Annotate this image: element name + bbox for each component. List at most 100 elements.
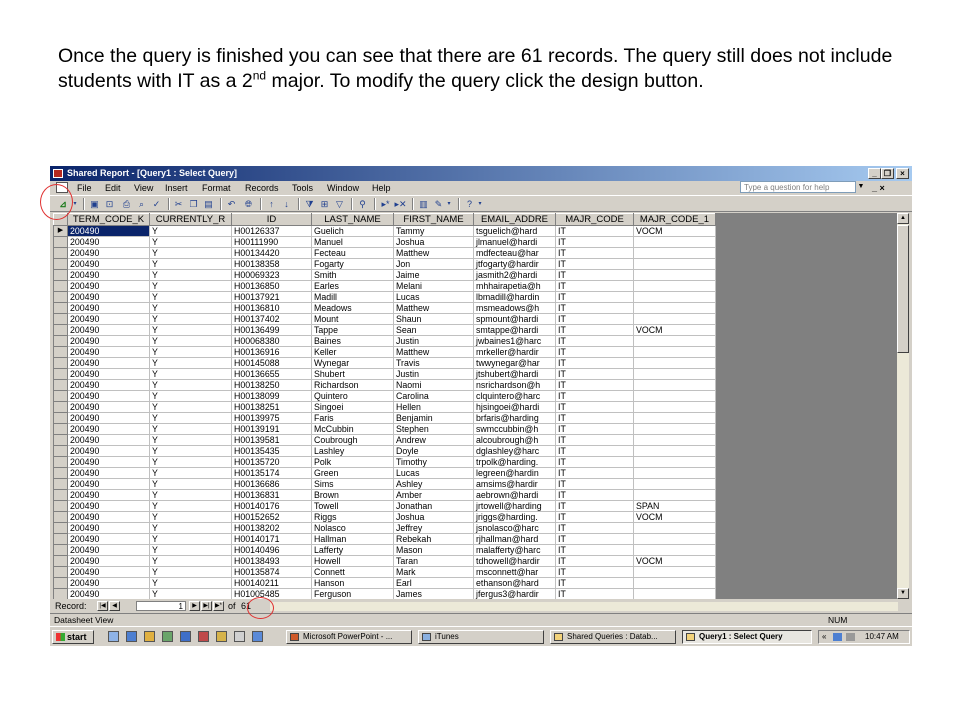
menu-format[interactable]: Format: [202, 181, 231, 195]
table-row[interactable]: 200490 Y H00140496 Lafferty Mason malafferty@…: [53, 544, 716, 556]
table-cell[interactable]: Mark: [393, 566, 474, 578]
table-cell[interactable]: trpolk@harding.: [473, 456, 556, 468]
table-row[interactable]: 200490 Y H00140176 Towell Jonathan jrtowell@h…: [53, 500, 716, 512]
column-header[interactable]: MAJR_CODE: [555, 213, 634, 226]
table-cell[interactable]: 200490: [67, 577, 150, 589]
table-cell[interactable]: Y: [149, 511, 232, 523]
table-row[interactable]: 200490 Y H00069323 Smith Jaime jasmith2@hardi…: [53, 269, 716, 281]
table-cell[interactable]: IT: [555, 379, 634, 391]
table-cell[interactable]: IT: [555, 577, 634, 589]
table-row[interactable]: 200490 Y H00135874 Connett Mark msconnett@har…: [53, 566, 716, 578]
table-cell[interactable]: H00135720: [231, 456, 312, 468]
menu-insert[interactable]: Insert: [165, 181, 188, 195]
table-cell[interactable]: H00136499: [231, 324, 312, 336]
table-cell[interactable]: Taran: [393, 555, 474, 567]
table-cell[interactable]: Jaime: [393, 269, 474, 281]
row-selector[interactable]: [53, 390, 68, 402]
table-cell[interactable]: hjsingoei@hardi: [473, 401, 556, 413]
table-cell[interactable]: H00140176: [231, 500, 312, 512]
table-cell[interactable]: Sean: [393, 324, 474, 336]
row-selector[interactable]: [53, 489, 68, 501]
table-cell[interactable]: Y: [149, 346, 232, 358]
table-cell[interactable]: 200490: [67, 544, 150, 556]
table-cell[interactable]: IT: [555, 511, 634, 523]
table-cell[interactable]: [633, 346, 716, 358]
row-selector[interactable]: [53, 379, 68, 391]
table-cell[interactable]: Y: [149, 588, 232, 599]
table-cell[interactable]: IT: [555, 478, 634, 490]
table-cell[interactable]: Earles: [311, 280, 394, 292]
table-cell[interactable]: Wynegar: [311, 357, 394, 369]
row-selector[interactable]: [53, 335, 68, 347]
table-cell[interactable]: IT: [555, 566, 634, 578]
table-cell[interactable]: [633, 588, 716, 599]
table-cell[interactable]: H00137402: [231, 313, 312, 325]
table-cell[interactable]: IT: [555, 467, 634, 479]
table-cell[interactable]: Joshua: [393, 511, 474, 523]
table-cell[interactable]: Y: [149, 225, 232, 237]
search-files-icon[interactable]: ⊡: [103, 198, 116, 210]
undo-icon[interactable]: ↶: [225, 198, 238, 210]
row-selector[interactable]: [53, 533, 68, 545]
table-cell[interactable]: Y: [149, 236, 232, 248]
table-cell[interactable]: 200490: [67, 445, 150, 457]
help-question-box[interactable]: Type a question for help: [740, 181, 856, 193]
previous-record-button[interactable]: ◀: [109, 601, 120, 611]
row-selector[interactable]: [53, 357, 68, 369]
table-cell[interactable]: IT: [555, 236, 634, 248]
first-record-button[interactable]: |◀: [97, 601, 108, 611]
row-selector[interactable]: [53, 588, 68, 599]
doc-window-controls[interactable]: _ ×: [872, 181, 885, 195]
task-powerpoint[interactable]: Microsoft PowerPoint - ...: [286, 630, 412, 644]
table-row[interactable]: 200490 Y H00139191 McCubbin Stephen swmccubbi…: [53, 423, 716, 435]
table-cell[interactable]: Doyle: [393, 445, 474, 457]
cut-icon[interactable]: ✂: [172, 198, 185, 210]
table-cell[interactable]: Y: [149, 357, 232, 369]
table-cell[interactable]: Y: [149, 291, 232, 303]
table-cell[interactable]: Y: [149, 577, 232, 589]
table-cell[interactable]: Hallman: [311, 533, 394, 545]
table-cell[interactable]: Travis: [393, 357, 474, 369]
help-dropdown-arrow[interactable]: ▼: [856, 181, 866, 193]
table-cell[interactable]: Meadows: [311, 302, 394, 314]
table-cell[interactable]: Naomi: [393, 379, 474, 391]
last-record-button[interactable]: ▶|: [201, 601, 212, 611]
table-cell[interactable]: Timothy: [393, 456, 474, 468]
tray-volume-icon[interactable]: [846, 633, 855, 641]
table-cell[interactable]: H00134420: [231, 247, 312, 259]
spelling-icon[interactable]: ✓: [150, 198, 163, 210]
table-cell[interactable]: 200490: [67, 511, 150, 523]
table-cell[interactable]: IT: [555, 500, 634, 512]
menu-help[interactable]: Help: [372, 181, 391, 195]
quicklaunch-icon[interactable]: [216, 631, 227, 642]
table-cell[interactable]: Lafferty: [311, 544, 394, 556]
table-cell[interactable]: [633, 522, 716, 534]
table-cell[interactable]: msmeadows@h: [473, 302, 556, 314]
row-selector[interactable]: [53, 412, 68, 424]
table-cell[interactable]: H00140211: [231, 577, 312, 589]
table-cell[interactable]: swmccubbin@h: [473, 423, 556, 435]
filter-by-selection-icon[interactable]: ⧩: [303, 198, 316, 210]
table-cell[interactable]: 200490: [67, 357, 150, 369]
table-cell[interactable]: Carolina: [393, 390, 474, 402]
table-cell[interactable]: malafferty@harc: [473, 544, 556, 556]
table-row[interactable]: 200490 Y H00138251 Singoei Hellen hjsingoei@h…: [53, 401, 716, 413]
table-cell[interactable]: Y: [149, 390, 232, 402]
table-row[interactable]: 200490 Y H00138358 Fogarty Jon jtfogarty@hard…: [53, 258, 716, 270]
table-cell[interactable]: Amber: [393, 489, 474, 501]
table-cell[interactable]: H00126337: [231, 225, 312, 237]
table-cell[interactable]: Matthew: [393, 247, 474, 259]
table-cell[interactable]: [633, 456, 716, 468]
table-cell[interactable]: mdfecteau@har: [473, 247, 556, 259]
table-cell[interactable]: [633, 445, 716, 457]
table-cell[interactable]: IT: [555, 346, 634, 358]
new-record-button[interactable]: ▶*: [213, 601, 224, 611]
table-cell[interactable]: Y: [149, 544, 232, 556]
table-cell[interactable]: H00136850: [231, 280, 312, 292]
horizontal-scrollbar[interactable]: [270, 602, 898, 611]
row-selector[interactable]: [53, 511, 68, 523]
table-cell[interactable]: [633, 313, 716, 325]
table-cell[interactable]: msconnett@har: [473, 566, 556, 578]
table-cell[interactable]: VOCM: [633, 225, 716, 237]
table-cell[interactable]: [633, 412, 716, 424]
